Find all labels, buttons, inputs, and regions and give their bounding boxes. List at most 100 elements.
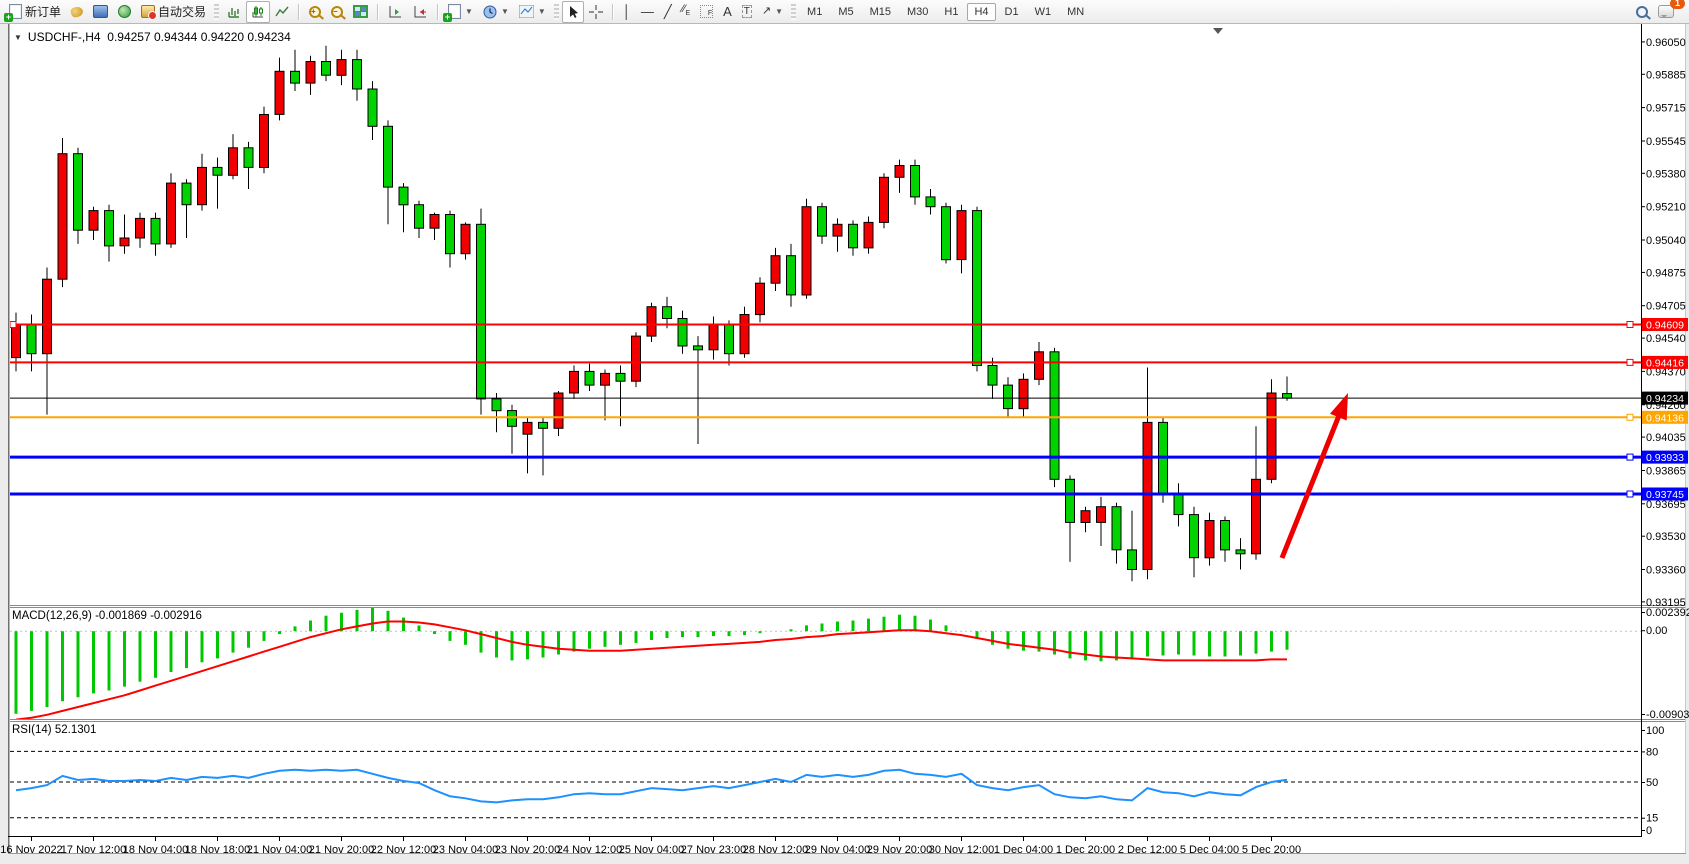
templates-button[interactable]: ▼ (514, 1, 551, 23)
indicators-icon: + (448, 4, 461, 19)
dropdown-arrow-icon: ▼ (501, 7, 509, 16)
timeframe-H1[interactable]: H1 (937, 3, 965, 21)
arrows-icon: ↗ (762, 5, 771, 18)
cursor-icon (567, 5, 579, 19)
auto-trading-icon (141, 5, 155, 18)
horizontal-line-button[interactable]: — (636, 1, 659, 23)
indicators-button[interactable]: +▼ (443, 1, 478, 23)
gold-brush-icon (70, 5, 84, 18)
tile-windows-icon (353, 5, 368, 18)
svg-text:2 Dec 12:00: 2 Dec 12:00 (1118, 844, 1177, 856)
new-order-label: 新订单 (25, 3, 61, 20)
svg-text:0: 0 (1646, 825, 1652, 837)
svg-text:28 Nov 12:00: 28 Nov 12:00 (743, 844, 808, 856)
arrows-button[interactable]: ↗▼ (757, 1, 788, 23)
timeframe-M5[interactable]: M5 (831, 3, 860, 21)
toolbar-grip (791, 4, 796, 20)
chart-symbol-period: USDCHF-,H4 (28, 30, 101, 44)
new-order-button[interactable]: + 新订单 (4, 1, 66, 23)
vertical-line-button[interactable]: │ (618, 1, 636, 23)
chart-ohlc-values: 0.94257 0.94344 0.94220 0.94234 (107, 30, 291, 44)
bar-chart-icon (227, 5, 241, 19)
hosting-icon (93, 5, 108, 18)
trendline-icon: ╱ (664, 5, 672, 18)
svg-text:5 Dec 20:00: 5 Dec 20:00 (1242, 844, 1301, 856)
svg-text:100: 100 (1646, 725, 1664, 737)
svg-text:0.002392: 0.002392 (1646, 607, 1689, 619)
svg-text:16 Nov 2022: 16 Nov 2022 (0, 844, 62, 856)
timeframe-W1[interactable]: W1 (1028, 3, 1059, 21)
svg-text:0.94035: 0.94035 (1646, 432, 1686, 444)
svg-text:21 Nov 20:00: 21 Nov 20:00 (309, 844, 374, 856)
timeframe-MN[interactable]: MN (1060, 3, 1091, 21)
crosshair-icon (589, 5, 603, 19)
toolbar-grip (214, 4, 219, 20)
line-chart-button[interactable] (270, 1, 294, 23)
svg-text:0.94609: 0.94609 (1646, 320, 1684, 332)
toolbar-separator (377, 4, 379, 20)
price-chart-canvas[interactable]: 0.960500.958850.957150.955450.953800.952… (0, 24, 1689, 859)
text-button[interactable]: A (718, 1, 737, 23)
zoom-out-icon: − (331, 6, 343, 18)
toolbar-separator (612, 4, 614, 20)
chart-title: ▼ USDCHF-,H4 0.94257 0.94344 0.94220 0.94… (14, 30, 291, 44)
search-button[interactable] (1631, 1, 1653, 23)
grid-icon: F (700, 5, 713, 18)
svg-text:1 Dec 04:00: 1 Dec 04:00 (994, 844, 1053, 856)
dropdown-arrow-icon: ▼ (775, 7, 783, 16)
zoom-out-button[interactable]: − (326, 1, 348, 23)
auto-scroll-button[interactable] (383, 1, 408, 23)
zoom-in-button[interactable]: + (304, 1, 326, 23)
label-button[interactable]: T (737, 1, 757, 23)
svg-text:0.95545: 0.95545 (1646, 136, 1686, 148)
svg-text:23 Nov 04:00: 23 Nov 04:00 (433, 844, 498, 856)
svg-text:80: 80 (1646, 746, 1658, 758)
svg-text:0.95885: 0.95885 (1646, 69, 1686, 81)
bar-chart-button[interactable] (222, 1, 246, 23)
rsi-pane-label: RSI(14) 52.1301 (12, 724, 96, 736)
fibonacci-button[interactable]: ⁄⁄E (677, 1, 695, 23)
zoom-in-icon: + (309, 6, 321, 18)
svg-text:15: 15 (1646, 813, 1658, 825)
svg-text:0.95380: 0.95380 (1646, 168, 1686, 180)
svg-text:23 Nov 20:00: 23 Nov 20:00 (495, 844, 560, 856)
tile-windows-button[interactable] (348, 1, 373, 23)
timeframe-M30[interactable]: M30 (900, 3, 935, 21)
timeframe-M15[interactable]: M15 (863, 3, 898, 21)
svg-text:0.93530: 0.93530 (1646, 531, 1686, 543)
trendline-button[interactable]: ╱ (659, 1, 677, 23)
svg-text:25 Nov 04:00: 25 Nov 04:00 (619, 844, 684, 856)
svg-text:5 Dec 04:00: 5 Dec 04:00 (1180, 844, 1239, 856)
mql5-community-button[interactable] (66, 1, 88, 23)
svg-text:0.94540: 0.94540 (1646, 333, 1686, 345)
collapse-icon[interactable]: ▼ (14, 33, 22, 42)
timeframe-D1[interactable]: D1 (998, 3, 1026, 21)
clock-icon (483, 5, 497, 19)
candlestick-icon (251, 5, 265, 19)
svg-text:1 Dec 20:00: 1 Dec 20:00 (1056, 844, 1115, 856)
svg-text:30 Nov 12:00: 30 Nov 12:00 (929, 844, 994, 856)
label-icon: T (742, 5, 752, 18)
svg-text:0.95210: 0.95210 (1646, 202, 1686, 214)
crosshair-button[interactable] (584, 1, 608, 23)
chart-shift-button[interactable] (408, 1, 433, 23)
chart-shift-icon (413, 5, 428, 19)
periods-button[interactable]: ▼ (478, 1, 514, 23)
auto-trading-label: 自动交易 (158, 3, 206, 20)
auto-trading-button[interactable]: 自动交易 (136, 1, 211, 23)
svg-text:0.96050: 0.96050 (1646, 37, 1686, 49)
virtual-hosting-button[interactable] (88, 1, 113, 23)
notification-badge: 1 (1670, 0, 1685, 9)
svg-text:0.94416: 0.94416 (1646, 357, 1684, 369)
vertical-line-icon: │ (623, 5, 631, 18)
template-icon (519, 5, 534, 18)
timeframe-M1[interactable]: M1 (800, 3, 829, 21)
svg-text:0.95040: 0.95040 (1646, 235, 1686, 247)
grid-button[interactable]: F (695, 1, 718, 23)
timeframe-H4[interactable]: H4 (967, 3, 995, 21)
toolbar-separator (298, 4, 300, 20)
signals-button[interactable] (113, 1, 136, 23)
chat-button[interactable]: 1 (1653, 1, 1679, 23)
cursor-button[interactable] (562, 1, 584, 23)
candlestick-chart-button[interactable] (246, 1, 270, 23)
